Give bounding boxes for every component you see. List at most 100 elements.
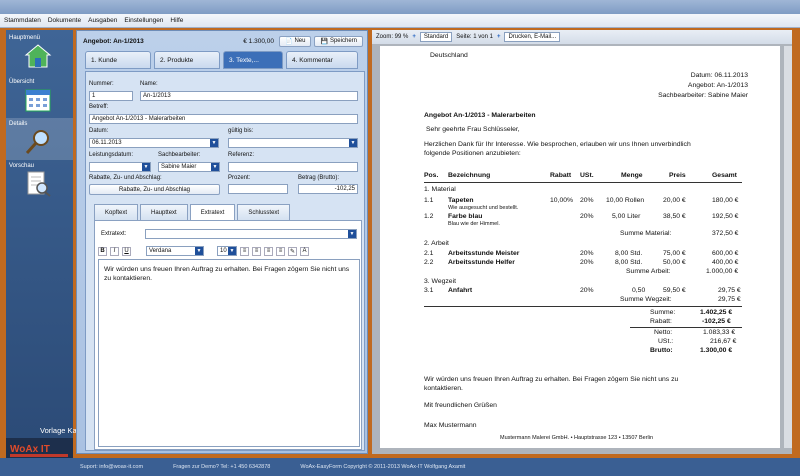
subtab-schlusstext[interactable]: Schlusstext [237, 204, 291, 220]
row-sub: Wie ausgesucht und bestellt. [448, 205, 519, 211]
subtab-kopftext[interactable]: Kopftext [94, 204, 139, 220]
save-icon: 💾 [320, 38, 328, 45]
new-button[interactable]: 📄 Neu [278, 35, 312, 47]
align-left-icon[interactable]: ≡ [240, 246, 249, 256]
name-input[interactable]: An-1/2013 [140, 91, 358, 101]
italic-button[interactable]: I [110, 246, 119, 256]
justify-icon[interactable]: ≡ [276, 246, 285, 256]
doc-closing-1: Wir würden uns freuen Ihren Auftrag zu e… [424, 376, 679, 383]
nav-vorschau[interactable]: Vorschau [6, 160, 73, 202]
font-select[interactable]: Verdana ▼ [146, 246, 204, 256]
group-title: 2. Arbeit [424, 240, 449, 247]
referenz-input[interactable] [228, 162, 358, 172]
tab-produkte[interactable]: 2. Produkte [154, 51, 220, 69]
document-title: Angebot: An-1/2013 [83, 37, 144, 45]
row-gesamt: 192,50 € [712, 213, 739, 220]
font-color-icon[interactable]: A [300, 246, 309, 256]
betrag-label: Betrag (Brutto): [298, 175, 340, 181]
size-value: 10 [220, 248, 227, 254]
row-ust: 20% [580, 197, 594, 204]
prozent-input[interactable] [228, 184, 288, 194]
nav-hauptmenu[interactable]: Hauptmenü [6, 32, 73, 74]
col-ust: USt. [580, 172, 594, 179]
chevron-down-icon[interactable]: ▼ [348, 230, 356, 238]
row-pos: 1.2 [424, 213, 434, 220]
align-center-icon[interactable]: ≡ [252, 246, 261, 256]
row-pos: 3.1 [424, 287, 434, 294]
group-sum: 29,75 € [718, 296, 741, 303]
doc-city: Deutschland [430, 52, 468, 59]
text-panel: Extratext: ▼ B I U Verdana ▼ 10 ▼ ≡ ≡ ≡ ≡ … [94, 220, 362, 450]
nav-details-label: Details [9, 121, 28, 127]
tab-kommentar[interactable]: 4. Kommentar [286, 51, 358, 69]
group-sum-label: Summe Arbeit: [626, 268, 671, 275]
chevron-down-icon[interactable]: ▼ [211, 163, 219, 171]
tab-kunde[interactable]: 1. Kunde [85, 51, 151, 69]
font-value: Verdana [149, 248, 172, 254]
view-mode-select[interactable]: Standard [419, 32, 453, 42]
magnifier-icon [25, 130, 49, 155]
next-page-icon[interactable]: + [497, 34, 501, 40]
zoom-in-icon[interactable]: + [412, 34, 416, 40]
menu-ausgaben[interactable]: Ausgaben [88, 17, 117, 24]
menu-dokumente[interactable]: Dokumente [48, 17, 81, 24]
new-button-label: Neu [294, 38, 306, 44]
sachbearbeiter-value: Sabine Maier [161, 164, 197, 170]
menu-einstellungen[interactable]: Einstellungen [124, 17, 163, 24]
nummer-input[interactable]: 1 [89, 91, 133, 101]
tab-kunde-label: 1. Kunde [91, 56, 118, 64]
chevron-down-icon[interactable]: ▼ [349, 139, 357, 147]
subtab-extratext[interactable]: Extratext [189, 204, 236, 220]
doc-angebot: Angebot: An-1/2013 [687, 82, 748, 89]
tab-texte[interactable]: 3. Texte,... [223, 51, 283, 69]
align-right-icon[interactable]: ≡ [264, 246, 273, 256]
doc-intro-2: folgende Positionen anzubieten: [424, 150, 521, 157]
subtab-haupttext[interactable]: Haupttext [140, 204, 188, 220]
bold-button[interactable]: B [98, 246, 107, 256]
underline-button[interactable]: U [122, 246, 131, 256]
nav-details[interactable]: Details [6, 118, 73, 160]
datum-picker[interactable]: 06.11.2013 ▼ [89, 138, 219, 148]
editor-tabs: 1. Kunde 2. Produkte 3. Texte,... 4. Kom… [85, 51, 365, 71]
tab-produkte-label: 2. Produkte [160, 56, 194, 64]
gueltig-picker[interactable]: ▼ [228, 138, 358, 148]
size-select[interactable]: 10 ▼ [217, 246, 237, 256]
support-text[interactable]: Suport: info@woax-it.com [80, 464, 143, 470]
row-preis: 75,00 € [663, 250, 686, 257]
row-preis: 20,00 € [663, 197, 686, 204]
nav-uebersicht[interactable]: Übersicht [6, 76, 73, 118]
print-email-button[interactable]: Drucken, E-Mail... [504, 32, 561, 42]
row-name: Arbeitsstunde Meister [448, 250, 520, 257]
leistung-picker[interactable]: ▼ [89, 162, 151, 172]
referenz-label: Referenz: [228, 152, 255, 158]
sachbearbeiter-select[interactable]: Sabine Maier ▼ [158, 162, 220, 172]
nummer-label: Nummer: [89, 81, 114, 87]
menu-hilfe[interactable]: Hilfe [170, 17, 183, 24]
chevron-down-icon[interactable]: ▼ [142, 163, 150, 171]
preview-icon [27, 171, 51, 197]
extratext-label: Extratext: [101, 231, 127, 237]
betreff-input[interactable]: Angebot An-1/2013 - Malerarbeiten [89, 114, 358, 124]
text-editor[interactable]: Wir würden uns freuen Ihren Auftrag zu e… [98, 259, 360, 447]
total-label: Brutto: [650, 347, 673, 354]
chevron-down-icon[interactable]: ▼ [228, 247, 236, 255]
total-label: USt.: [658, 338, 674, 345]
row-name: Arbeitsstunde Helfer [448, 259, 515, 266]
rabatt-button[interactable]: Rabatte, Zu- und Abschlag [89, 184, 220, 195]
highlight-icon[interactable]: ✎ [288, 246, 297, 256]
group-title: 1. Material [424, 186, 456, 193]
row-name: Farbe blau [448, 213, 483, 220]
extratext-select[interactable]: ▼ [145, 229, 357, 239]
betrag-input[interactable]: -102,25 [298, 184, 358, 194]
chevron-down-icon[interactable]: ▼ [210, 139, 218, 147]
doc-greeting: Sehr geehrte Frau Schlüsseler, [426, 126, 520, 133]
row-gesamt: 29,75 € [718, 287, 741, 294]
chevron-down-icon[interactable]: ▼ [195, 247, 203, 255]
save-button[interactable]: 💾 Speichern [314, 35, 363, 47]
menu-stammdaten[interactable]: Stammdaten [4, 17, 41, 24]
doc-signer: Max Mustermann [424, 422, 477, 429]
row-gesamt: 600,00 € [712, 250, 739, 257]
viewer-scrollbar[interactable] [784, 46, 792, 448]
row-menge: 8,00 Std. [615, 259, 643, 266]
tab-kommentar-label: 4. Kommentar [292, 56, 333, 64]
